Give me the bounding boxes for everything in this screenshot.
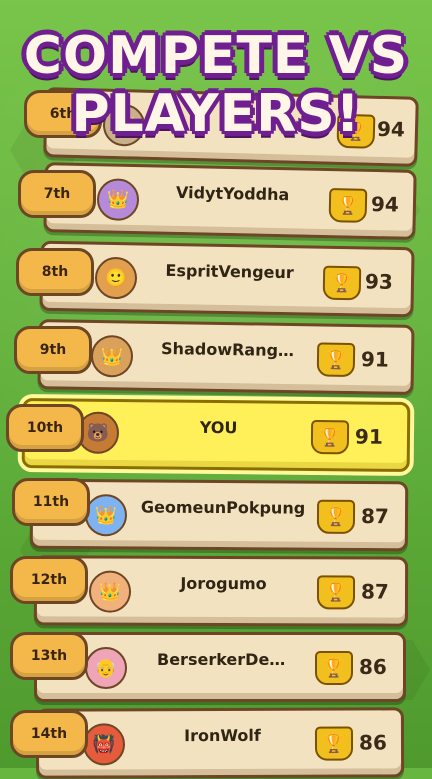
leaderboard-row: 👴 BerserkerDeFer 🏆 86 bbox=[34, 632, 406, 702]
promo-title-line2: PLAYERS! bbox=[71, 84, 361, 144]
player-name: Jorogumo bbox=[180, 573, 267, 594]
avatar: 👑 bbox=[90, 334, 134, 378]
trophy-icon: 🏆 bbox=[314, 726, 354, 761]
rank-badge: 7th bbox=[18, 170, 96, 218]
trophy-icon: 🏆 bbox=[316, 342, 356, 378]
score: 87 bbox=[360, 579, 389, 604]
rank-badge: 11th bbox=[12, 478, 90, 526]
rank-badge: 14th bbox=[10, 710, 88, 758]
score: 86 bbox=[358, 730, 387, 755]
trophy-icon: 🏆 bbox=[310, 419, 350, 455]
rank-badge: 12th bbox=[10, 556, 88, 604]
score: 91 bbox=[360, 347, 390, 372]
rank-badge: 13th bbox=[10, 632, 88, 680]
score: 91 bbox=[354, 424, 383, 449]
leaderboard-row: 👑 Jorogumo 🏆 87 bbox=[33, 555, 409, 627]
score: 87 bbox=[360, 503, 389, 529]
leaderboard-row: 👑 VidytYoddha 🏆 94 bbox=[43, 162, 417, 240]
player-name: VidytYoddha bbox=[175, 182, 290, 205]
player-name: GeomeunPokpung bbox=[140, 497, 306, 518]
score: 94 bbox=[370, 191, 400, 217]
avatar: 👑 bbox=[88, 570, 132, 613]
leaderboard-row: 👑 ShadowRanger 🏆 91 bbox=[37, 319, 415, 395]
player-name: EspritVengeur bbox=[165, 260, 294, 283]
score: 93 bbox=[364, 269, 394, 294]
player-name: YOU bbox=[199, 417, 238, 438]
avatar: 👹 bbox=[82, 723, 126, 766]
trophy-icon: 🏆 bbox=[316, 575, 356, 610]
trophy-icon: 🏆 bbox=[315, 651, 353, 685]
player-name: ShadowRanger bbox=[160, 338, 297, 361]
trophy-icon: 🏆 bbox=[316, 499, 356, 534]
trophy-icon: 🏆 bbox=[328, 188, 368, 223]
rank-badge: 9th bbox=[14, 326, 92, 374]
avatar: 🙂 bbox=[94, 256, 138, 300]
avatar: 👴 bbox=[85, 647, 127, 689]
rank-badge: 10th bbox=[6, 404, 84, 452]
avatar: 👑 bbox=[96, 178, 140, 222]
trophy-icon: 🏆 bbox=[322, 265, 362, 301]
leaderboard-row: 🙂 EspritVengeur 🏆 93 bbox=[39, 240, 415, 318]
player-name: IronWolf bbox=[184, 725, 261, 746]
avatar: 👑 bbox=[84, 494, 128, 537]
rank-badge: 8th bbox=[16, 248, 94, 296]
promo-title: COMPETE VS PLAYERS! bbox=[10, 30, 422, 140]
score: 86 bbox=[359, 655, 387, 679]
player-name: BerserkerDeFer bbox=[157, 650, 288, 669]
promo-title-line1: COMPETE VS bbox=[23, 26, 409, 86]
